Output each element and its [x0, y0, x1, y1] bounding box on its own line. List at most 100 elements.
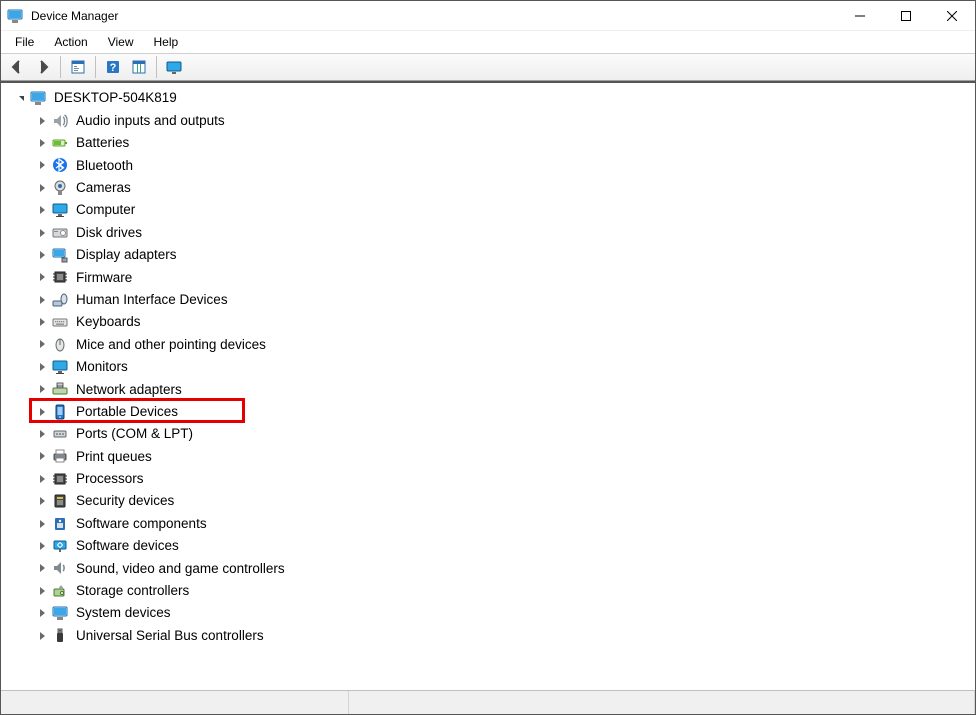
- mouse-icon: [51, 335, 69, 353]
- maximize-button[interactable]: [883, 1, 929, 30]
- tree-item-label: System devices: [74, 605, 173, 621]
- chip-icon: [51, 268, 69, 286]
- keyboard-icon: [51, 313, 69, 331]
- expand-toggle-icon[interactable]: [35, 360, 49, 374]
- camera-icon: [51, 179, 69, 197]
- tree-item-computer[interactable]: Computer: [7, 199, 975, 221]
- expand-toggle-icon[interactable]: [35, 561, 49, 575]
- tree-item-printq[interactable]: Print queues: [7, 445, 975, 467]
- tree-item-label: Display adapters: [74, 247, 179, 263]
- tree-item-label: Universal Serial Bus controllers: [74, 628, 266, 644]
- expand-toggle-icon[interactable]: [35, 629, 49, 643]
- tree-item-monitors[interactable]: Monitors: [7, 356, 975, 378]
- software-comp-icon: [51, 515, 69, 533]
- expand-toggle-icon[interactable]: [35, 270, 49, 284]
- tree-item-label: Disk drives: [74, 225, 144, 241]
- expand-toggle-icon[interactable]: [35, 136, 49, 150]
- tree-item-label: Audio inputs and outputs: [74, 113, 227, 129]
- tree-item-label: Cameras: [74, 180, 133, 196]
- expand-toggle-icon[interactable]: [35, 449, 49, 463]
- cpu-icon: [51, 470, 69, 488]
- expand-toggle-icon[interactable]: [35, 405, 49, 419]
- menu-help[interactable]: Help: [146, 33, 187, 51]
- device-tree[interactable]: DESKTOP-504K819 Audio inputs and outputs B…: [1, 83, 975, 690]
- expand-toggle-icon[interactable]: [35, 337, 49, 351]
- tree-item-processors[interactable]: Processors: [7, 468, 975, 490]
- tree-item-firmware[interactable]: Firmware: [7, 266, 975, 288]
- toolbar-properties-button[interactable]: [66, 55, 90, 79]
- tree-item-mice[interactable]: Mice and other pointing devices: [7, 333, 975, 355]
- tree-item-label: Keyboards: [74, 314, 143, 330]
- port-icon: [51, 425, 69, 443]
- tree-item-keyboards[interactable]: Keyboards: [7, 311, 975, 333]
- printer-icon: [51, 447, 69, 465]
- window-title: Device Manager: [29, 9, 118, 23]
- expand-toggle-icon[interactable]: [35, 606, 49, 620]
- toolbar-view-button[interactable]: [162, 55, 186, 79]
- tree-item-label: Mice and other pointing devices: [74, 337, 268, 353]
- tree-item-softcomp[interactable]: Software components: [7, 512, 975, 534]
- tree-item-label: Batteries: [74, 135, 131, 151]
- toolbar-help-button[interactable]: [101, 55, 125, 79]
- expand-toggle-icon[interactable]: [35, 114, 49, 128]
- tree-item-audio[interactable]: Audio inputs and outputs: [7, 109, 975, 131]
- usb-icon: [51, 627, 69, 645]
- device-manager-window: Device Manager File Action View Help DES…: [0, 0, 976, 715]
- expand-toggle-icon[interactable]: [35, 248, 49, 262]
- tree-item-label: Print queues: [74, 449, 154, 465]
- tree-item-securitydev[interactable]: Security devices: [7, 490, 975, 512]
- expand-toggle-icon[interactable]: [35, 203, 49, 217]
- menu-action[interactable]: Action: [46, 33, 95, 51]
- expand-toggle-icon[interactable]: [35, 539, 49, 553]
- close-button[interactable]: [929, 1, 975, 30]
- tree-item-system[interactable]: System devices: [7, 602, 975, 624]
- tree-item-batteries[interactable]: Batteries: [7, 132, 975, 154]
- tree-item-portable[interactable]: Portable Devices: [7, 400, 975, 422]
- expand-toggle-icon[interactable]: [35, 181, 49, 195]
- expand-toggle-icon[interactable]: [35, 293, 49, 307]
- toolbar: [1, 53, 975, 81]
- expand-toggle-icon[interactable]: [35, 517, 49, 531]
- minimize-button[interactable]: [837, 1, 883, 30]
- expand-toggle-icon[interactable]: [35, 158, 49, 172]
- tree-root[interactable]: DESKTOP-504K819: [7, 87, 975, 109]
- tree-item-display[interactable]: Display adapters: [7, 244, 975, 266]
- expand-toggle-icon[interactable]: [35, 494, 49, 508]
- tree-item-storage[interactable]: Storage controllers: [7, 580, 975, 602]
- sound-icon: [51, 559, 69, 577]
- tree-item-hid[interactable]: Human Interface Devices: [7, 289, 975, 311]
- expand-toggle-icon[interactable]: [35, 382, 49, 396]
- tree-item-network[interactable]: Network adapters: [7, 378, 975, 400]
- display-adapter-icon: [51, 246, 69, 264]
- menu-view[interactable]: View: [100, 33, 142, 51]
- tree-item-label: Processors: [74, 471, 146, 487]
- tree-item-ports[interactable]: Ports (COM & LPT): [7, 423, 975, 445]
- expand-toggle-icon[interactable]: [35, 226, 49, 240]
- tree-item-usb[interactable]: Universal Serial Bus controllers: [7, 624, 975, 646]
- toolbar-scan-button[interactable]: [127, 55, 151, 79]
- expand-toggle-icon[interactable]: [13, 91, 27, 105]
- tree-item-bluetooth[interactable]: Bluetooth: [7, 154, 975, 176]
- tree-item-label: Software devices: [74, 538, 181, 554]
- expand-toggle-icon[interactable]: [35, 315, 49, 329]
- tree-item-label: Ports (COM & LPT): [74, 426, 195, 442]
- tree-item-softdev[interactable]: Software devices: [7, 535, 975, 557]
- toolbar-forward-button[interactable]: [31, 55, 55, 79]
- hid-icon: [51, 291, 69, 309]
- app-icon: [7, 8, 23, 24]
- tree-item-cameras[interactable]: Cameras: [7, 177, 975, 199]
- expand-toggle-icon[interactable]: [35, 427, 49, 441]
- toolbar-back-button[interactable]: [5, 55, 29, 79]
- expand-toggle-icon[interactable]: [35, 584, 49, 598]
- tree-item-disk[interactable]: Disk drives: [7, 221, 975, 243]
- tree-item-label: Sound, video and game controllers: [74, 561, 287, 577]
- computer-icon: [29, 89, 47, 107]
- tree-item-label: Computer: [74, 202, 137, 218]
- menu-file[interactable]: File: [7, 33, 42, 51]
- monitor-icon: [51, 201, 69, 219]
- tree-item-sound[interactable]: Sound, video and game controllers: [7, 557, 975, 579]
- toolbar-separator: [156, 56, 157, 78]
- network-icon: [51, 380, 69, 398]
- expand-toggle-icon[interactable]: [35, 472, 49, 486]
- tree-item-label: Network adapters: [74, 382, 184, 398]
